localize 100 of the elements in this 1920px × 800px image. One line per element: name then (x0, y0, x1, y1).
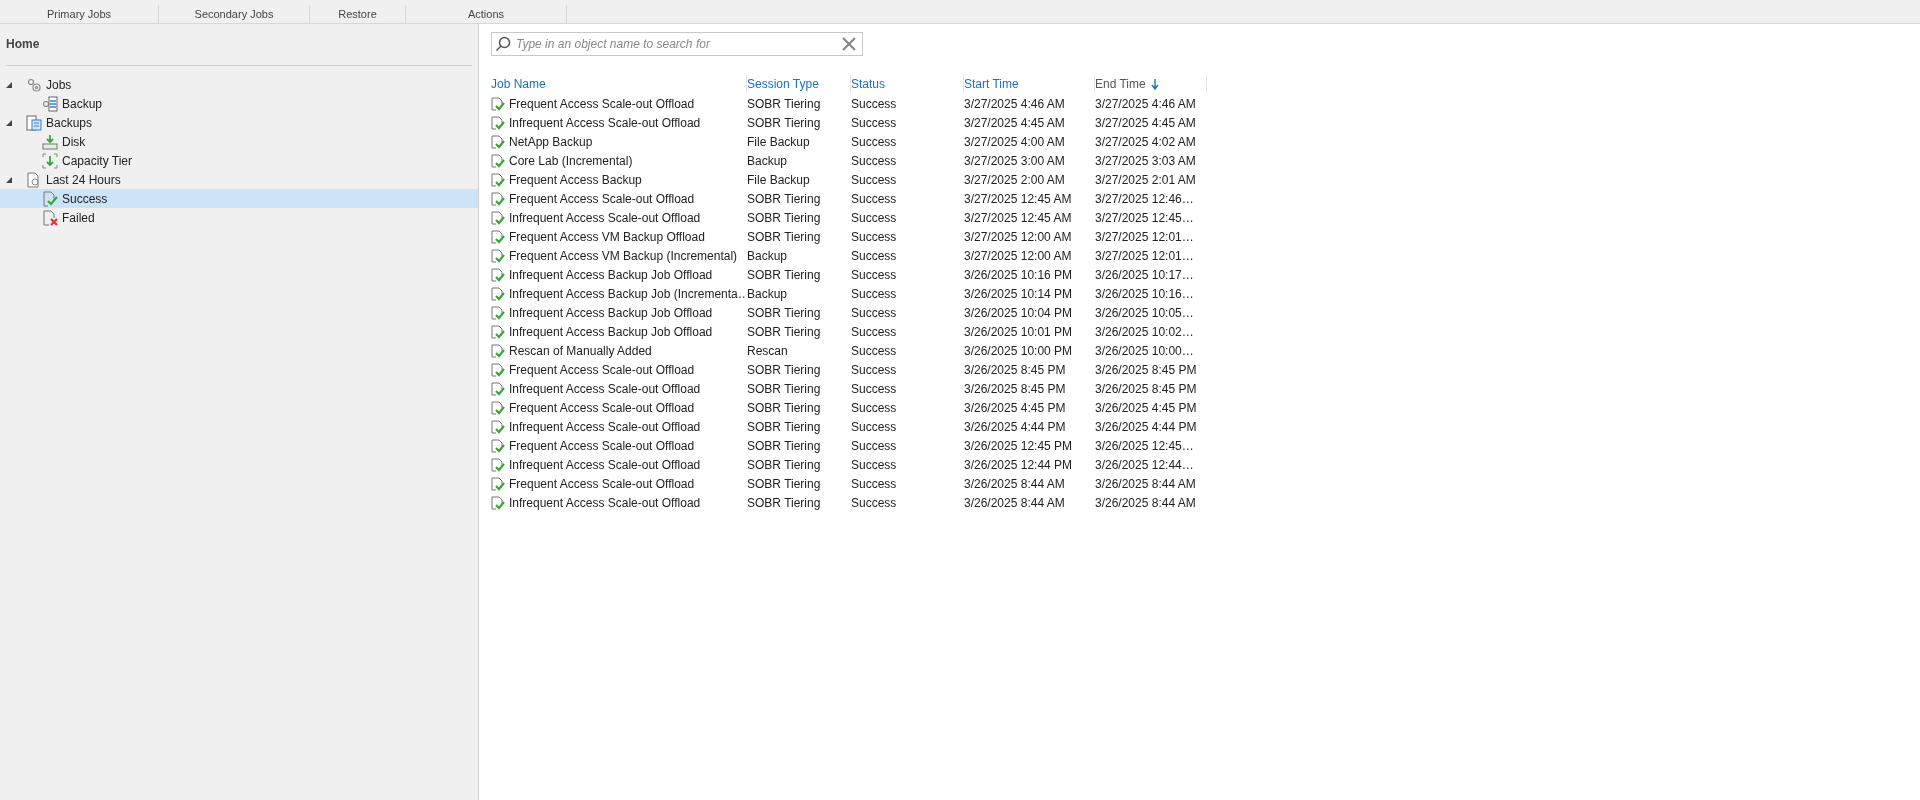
table-cell: Success (851, 229, 897, 244)
gears-icon (26, 76, 42, 93)
table-cell: Backup (747, 248, 788, 263)
session-success-icon (491, 286, 505, 301)
column-header[interactable]: End Time (1095, 77, 1146, 91)
tree-item[interactable]: Failed (0, 208, 478, 227)
table-cell: 3/27/2025 12:01… (1095, 248, 1194, 263)
table-cell: SOBR Tiering (747, 305, 821, 320)
table-cell: 3/27/2025 12:00 AM (964, 229, 1072, 244)
column-header[interactable]: Session Type (747, 77, 819, 91)
column-header[interactable]: Job Name (491, 77, 546, 91)
table-cell: 3/26/2025 10:05… (1095, 305, 1194, 320)
table-cell: 3/27/2025 2:01 AM (1095, 172, 1196, 187)
table-cell: Rescan (747, 343, 788, 358)
session-success-icon (491, 305, 505, 320)
table-cell: 3/26/2025 10:00… (1095, 343, 1194, 358)
table-cell: SOBR Tiering (747, 381, 821, 396)
search-field[interactable]: Type in an object name to search for (491, 32, 863, 56)
sort-descending-icon (1150, 78, 1159, 90)
session-success-icon (491, 191, 505, 206)
table-cell: Success (851, 210, 897, 225)
table-cell: Infrequent Access Scale-out Offload (509, 210, 701, 225)
table-cell: SOBR Tiering (747, 267, 821, 282)
table-cell: 3/26/2025 12:44 PM (964, 457, 1073, 472)
table-cell: 3/27/2025 4:45 AM (964, 115, 1065, 130)
table-cell: Success (851, 134, 897, 149)
table-cell: 3/26/2025 4:45 PM (964, 400, 1066, 415)
column-header[interactable]: Status (851, 77, 886, 91)
session-success-icon (491, 172, 505, 187)
table-cell: Success (851, 400, 897, 415)
table-cell: 3/27/2025 12:00 AM (964, 248, 1072, 263)
table-cell: 3/26/2025 4:44 PM (1095, 419, 1197, 434)
session-success-icon (491, 438, 505, 453)
table-cell: Success (851, 96, 897, 111)
table-cell: Rescan of Manually Added (509, 343, 652, 358)
table-cell: Success (851, 267, 897, 282)
tree-item[interactable]: Success (0, 189, 478, 208)
table-cell: Success (851, 248, 897, 263)
session-success-icon (491, 267, 505, 282)
table-cell: Frequent Access Scale-out Offload (509, 191, 695, 206)
table-cell: Success (851, 286, 897, 301)
table-cell: Success (851, 476, 897, 491)
session-failed-icon (42, 209, 58, 226)
table-cell: 3/26/2025 10:01 PM (964, 324, 1073, 339)
close-icon[interactable] (842, 37, 856, 51)
table-cell: Success (851, 305, 897, 320)
backups-icon (26, 114, 42, 131)
table-cell: SOBR Tiering (747, 115, 821, 130)
table-cell: 3/27/2025 3:00 AM (964, 153, 1065, 168)
table-cell: Infrequent Access Scale-out Offload (509, 419, 701, 434)
backup-job-icon (42, 95, 58, 112)
table-cell: SOBR Tiering (747, 476, 821, 491)
table-cell: Success (851, 381, 897, 396)
tree-item[interactable]: Last 24 Hours (0, 170, 478, 189)
session-success-icon (491, 96, 505, 111)
table-cell: 3/27/2025 2:00 AM (964, 172, 1065, 187)
session-success-icon (491, 248, 505, 263)
tree-item[interactable]: Disk (0, 132, 478, 151)
table-cell: SOBR Tiering (747, 191, 821, 206)
table-cell: NetApp Backup (509, 134, 593, 149)
table-cell: 3/27/2025 12:45 AM (964, 191, 1072, 206)
tree-item[interactable]: Jobs (0, 75, 478, 94)
table-cell: SOBR Tiering (747, 495, 821, 510)
session-success-icon (491, 400, 505, 415)
tree-item[interactable]: Backup (0, 94, 478, 113)
table-cell: 3/27/2025 4:02 AM (1095, 134, 1196, 149)
session-success-icon (491, 343, 505, 358)
session-success-icon (491, 381, 505, 396)
table-cell: Frequent Access Scale-out Offload (509, 400, 695, 415)
table-cell: 3/27/2025 4:00 AM (964, 134, 1065, 149)
table-cell: 3/26/2025 10:17… (1095, 267, 1194, 282)
table-cell: Infrequent Access Backup Job Offload (509, 324, 713, 339)
session-success-icon (491, 324, 505, 339)
table-cell: 3/26/2025 12:45… (1095, 438, 1194, 453)
session-success-icon (491, 362, 505, 377)
session-success-icon (491, 115, 505, 130)
table-cell: 3/27/2025 12:45 AM (964, 210, 1072, 225)
table-cell: 3/26/2025 10:04 PM (964, 305, 1073, 320)
table-cell: File Backup (747, 172, 810, 187)
ribbon-group-label: Primary Jobs (46, 8, 112, 20)
table-cell: 3/27/2025 4:46 AM (964, 96, 1065, 111)
table-cell: 3/26/2025 8:45 PM (964, 362, 1066, 377)
session-success-icon (42, 190, 58, 207)
table-cell: 3/26/2025 8:45 PM (964, 381, 1066, 396)
table-cell: Success (851, 115, 897, 130)
table-cell: Infrequent Access Scale-out Offload (509, 115, 701, 130)
table-cell: Infrequent Access Scale-out Offload (509, 495, 701, 510)
column-header[interactable]: Start Time (964, 77, 1019, 91)
tree-item[interactable]: Capacity Tier (0, 151, 478, 170)
table-cell: Infrequent Access Scale-out Offload (509, 457, 701, 472)
session-success-icon (491, 476, 505, 491)
tree-item[interactable]: Backups (0, 113, 478, 132)
table-cell: SOBR Tiering (747, 457, 821, 472)
session-success-icon (491, 153, 505, 168)
table-cell: Core Lab (Incremental) (509, 153, 633, 168)
table-cell: Backup (747, 286, 788, 301)
table-cell: 3/26/2025 10:00 PM (964, 343, 1073, 358)
table-cell: 3/26/2025 4:44 PM (964, 419, 1066, 434)
pane-title: Home (6, 37, 472, 66)
table-cell: 3/26/2025 8:44 AM (1095, 476, 1196, 491)
